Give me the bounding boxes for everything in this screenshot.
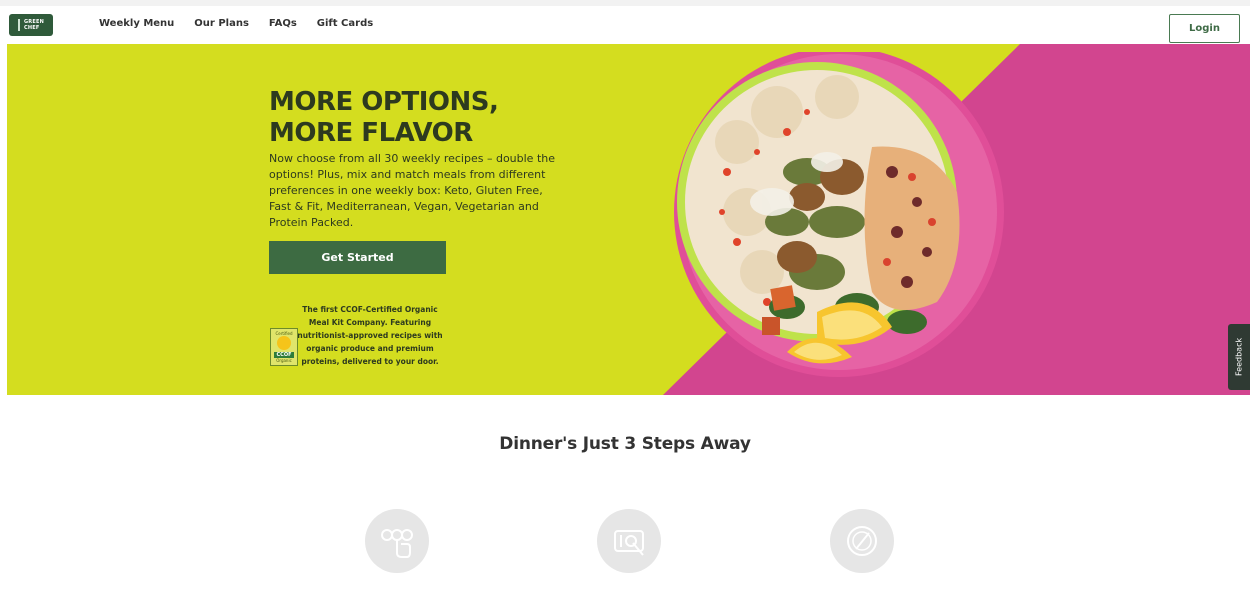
hero-banner: MORE OPTIONS, MORE FLAVOR Now choose fro… — [7, 44, 1250, 395]
hero-magenta-background — [663, 44, 1250, 395]
get-started-button[interactable]: Get Started — [269, 241, 446, 274]
badge-bottom-text: Organic — [276, 358, 292, 363]
nav-link-faqs[interactable]: FAQs — [269, 18, 297, 29]
logo-text-chef: CHEF — [24, 25, 40, 31]
sun-icon — [277, 336, 291, 350]
nav-link-our-plans[interactable]: Our Plans — [194, 18, 249, 29]
top-nav: GREEN CHEF Weekly Menu Our Plans FAQs Gi… — [0, 0, 1250, 44]
logo-mark — [18, 19, 20, 31]
hero-title-line-1: MORE OPTIONS, — [269, 87, 499, 117]
feedback-tab[interactable]: Feedback — [1228, 324, 1250, 390]
nav-links: Weekly Menu Our Plans FAQs Gift Cards — [99, 18, 373, 29]
nav-link-gift-cards[interactable]: Gift Cards — [317, 18, 373, 29]
hero-description: Now choose from all 30 weekly recipes – … — [269, 152, 555, 229]
login-button[interactable]: Login — [1169, 14, 1240, 43]
green-chef-logo[interactable]: GREEN CHEF — [9, 14, 53, 36]
hero-title-line-2: MORE FLAVOR — [269, 118, 473, 148]
plate-fork-icon — [830, 509, 894, 573]
select-meals-icon — [365, 509, 429, 573]
box-delivery-icon — [597, 509, 661, 573]
ccof-organic-badge: Certified CCOF Organic — [270, 328, 298, 366]
nav-link-weekly-menu[interactable]: Weekly Menu — [99, 18, 174, 29]
hero-title: MORE OPTIONS, MORE FLAVOR — [269, 87, 589, 149]
ccof-description: The first CCOF-Certified Organic Meal Ki… — [297, 305, 443, 366]
food-bowl-image — [674, 52, 1004, 377]
steps-heading: Dinner's Just 3 Steps Away — [499, 434, 751, 454]
